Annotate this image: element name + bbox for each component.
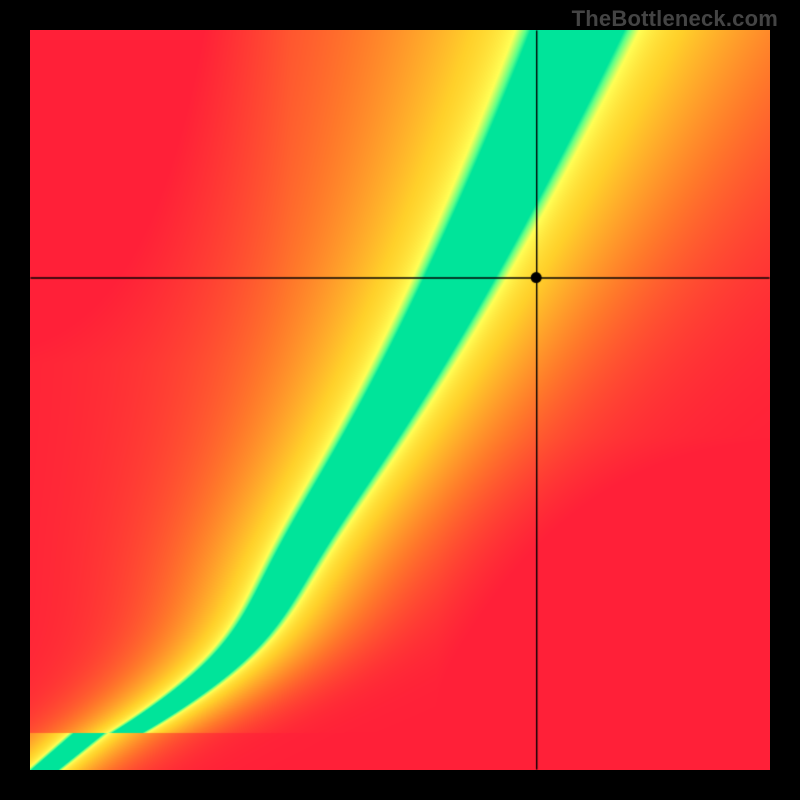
watermark-text: TheBottleneck.com xyxy=(572,6,778,32)
bottleneck-heatmap xyxy=(30,30,770,770)
chart-frame: TheBottleneck.com xyxy=(0,0,800,800)
